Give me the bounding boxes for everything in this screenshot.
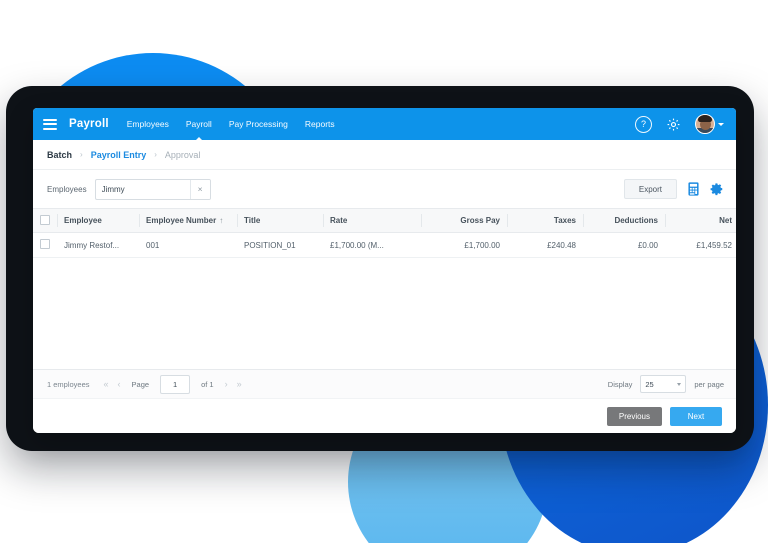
app-brand-title: Payroll	[69, 118, 109, 130]
previous-button[interactable]: Previous	[606, 406, 662, 426]
nav-item-pay-processing[interactable]: Pay Processing	[229, 108, 288, 140]
cell-taxes: £240.48	[507, 232, 583, 258]
table-row[interactable]: Jimmy Restof... 001 POSITION_01 £1,700.0…	[33, 232, 736, 258]
pagination-bar: 1 employees « ‹ Page of 1 › » Display 25…	[33, 369, 736, 398]
select-all-header[interactable]	[33, 208, 57, 233]
column-header-gross-pay[interactable]: Gross Pay	[421, 208, 507, 233]
column-header-net[interactable]: Net	[665, 208, 736, 233]
cell-gross-pay: £1,700.00	[421, 232, 507, 258]
employees-filter-label: Employees	[47, 184, 87, 194]
cell-title: POSITION_01	[237, 232, 323, 258]
cell-employee: Jimmy Restof...	[57, 232, 139, 258]
page-size-controls: Display 25 per page	[608, 375, 724, 393]
page-label: Page	[131, 379, 150, 389]
cell-employee-number: 001	[139, 232, 237, 258]
column-header-rate[interactable]: Rate	[323, 208, 421, 233]
row-checkbox[interactable]	[40, 239, 50, 249]
user-menu[interactable]	[695, 114, 724, 134]
breadcrumb-item-batch[interactable]: Batch	[47, 150, 72, 160]
top-navigation-bar: Payroll Employees Payroll Pay Processing…	[33, 108, 736, 140]
breadcrumb: Batch › Payroll Entry › Approval	[33, 140, 736, 170]
row-select-cell[interactable]	[33, 232, 57, 258]
nav-item-employees[interactable]: Employees	[127, 108, 169, 140]
nav-items: Employees Payroll Pay Processing Reports	[127, 108, 335, 140]
filter-bar-actions: Export	[623, 179, 724, 199]
cell-net: £1,459.52	[665, 232, 736, 258]
cell-rate: £1,700.00 (M...	[323, 232, 421, 258]
next-page-button[interactable]: ›	[225, 379, 228, 389]
page-size-value: 25	[645, 379, 654, 389]
breadcrumb-separator: ›	[154, 150, 157, 159]
column-header-taxes[interactable]: Taxes	[507, 208, 583, 233]
last-page-button[interactable]: »	[237, 379, 242, 389]
display-label: Display	[607, 379, 633, 389]
payroll-table: Employee Employee Number ↑ Title Rate Gro…	[33, 208, 736, 258]
employee-search-box: ×	[94, 178, 211, 200]
chevron-down-icon[interactable]	[677, 382, 682, 386]
sort-ascending-icon[interactable]: ↑	[219, 216, 223, 225]
page-total-label: of 1	[201, 379, 214, 389]
nav-right-actions: ?	[635, 114, 724, 134]
page-size-select[interactable]: 25	[640, 375, 687, 393]
chevron-down-icon[interactable]	[718, 122, 724, 126]
table-header: Employee Employee Number ↑ Title Rate Gro…	[33, 208, 736, 233]
column-header-employee-number-label: Employee Number	[146, 216, 217, 225]
column-header-employee[interactable]: Employee	[57, 208, 139, 233]
first-page-button[interactable]: «	[104, 379, 109, 389]
previous-page-button[interactable]: ‹	[118, 379, 121, 389]
record-count-label: 1 employees	[47, 379, 90, 389]
table-header-row: Employee Employee Number ↑ Title Rate Gro…	[33, 208, 736, 233]
breadcrumb-separator: ›	[80, 150, 83, 159]
export-button[interactable]: Export	[623, 179, 677, 199]
breadcrumb-item-approval: Approval	[164, 149, 201, 160]
table-empty-area	[33, 258, 736, 369]
column-header-deductions[interactable]: Deductions	[583, 208, 665, 233]
footer-actions: Previous Next	[33, 398, 736, 433]
table-body: Jimmy Restof... 001 POSITION_01 £1,700.0…	[33, 232, 736, 258]
help-icon[interactable]: ?	[635, 115, 652, 133]
avatar[interactable]	[695, 114, 715, 134]
clear-search-button[interactable]: ×	[189, 179, 210, 199]
nav-item-payroll[interactable]: Payroll	[186, 108, 212, 140]
search-input[interactable]	[95, 179, 190, 199]
pagination-controls: « ‹ Page of 1 › »	[104, 374, 242, 394]
decorative-background: Payroll Employees Payroll Pay Processing…	[0, 0, 768, 543]
column-header-employee-number[interactable]: Employee Number ↑	[139, 208, 237, 233]
cell-deductions: £0.00	[583, 232, 665, 258]
calculator-icon[interactable]	[688, 182, 699, 196]
page-number-input[interactable]	[160, 374, 191, 394]
per-page-label: per page	[694, 379, 724, 389]
nav-item-reports[interactable]: Reports	[305, 108, 335, 140]
settings-gear-icon[interactable]	[666, 117, 681, 132]
select-all-checkbox[interactable]	[40, 214, 50, 225]
breadcrumb-item-payroll-entry[interactable]: Payroll Entry	[91, 150, 147, 160]
payroll-app-window: Payroll Employees Payroll Pay Processing…	[33, 108, 736, 433]
column-header-title[interactable]: Title	[237, 208, 323, 233]
table-settings-gear-icon[interactable]	[710, 182, 724, 196]
filter-bar: Employees × Export	[33, 170, 736, 208]
hamburger-menu-icon[interactable]	[43, 118, 57, 130]
next-button[interactable]: Next	[670, 406, 722, 426]
payroll-table-container: Employee Employee Number ↑ Title Rate Gro…	[33, 208, 736, 369]
